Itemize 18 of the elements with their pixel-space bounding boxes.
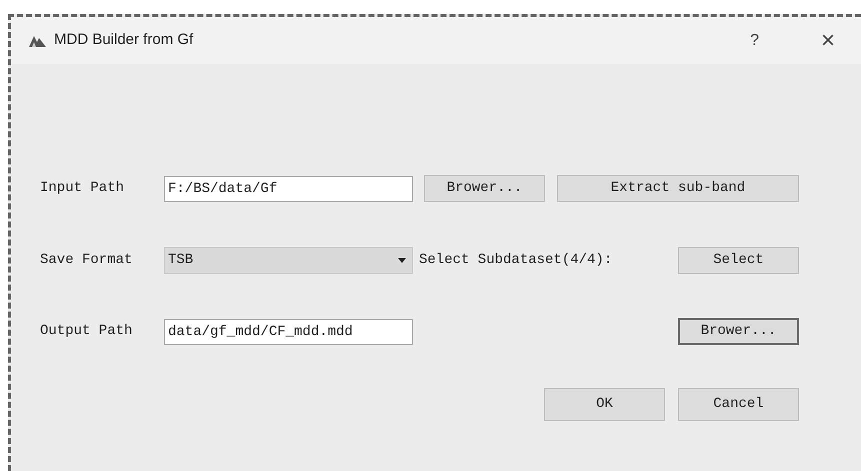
field-label: Save Format bbox=[39, 251, 134, 270]
button[interactable]: Brower... bbox=[424, 175, 545, 202]
button[interactable]: Select bbox=[678, 247, 799, 274]
input-field[interactable]: F:/BS/data/Gf bbox=[164, 176, 413, 202]
button[interactable]: Brower... bbox=[678, 318, 799, 345]
button[interactable]: Cancel bbox=[678, 388, 799, 421]
dropdown[interactable]: TSB bbox=[164, 247, 413, 274]
window-title: MDD Builder from Gf bbox=[54, 30, 194, 50]
button[interactable]: Extract sub-band bbox=[557, 175, 799, 202]
input-field[interactable]: data/gf_mdd/CF_mdd.mdd bbox=[164, 318, 413, 344]
field-label: Input Path bbox=[39, 179, 126, 198]
button[interactable]: OK bbox=[544, 388, 665, 421]
help-button[interactable]: ? bbox=[750, 32, 759, 48]
app-icon bbox=[29, 34, 46, 46]
caret-icon bbox=[398, 258, 406, 263]
close-button[interactable]: × bbox=[820, 28, 835, 52]
field-label: Select Subdataset(4/4): bbox=[418, 251, 614, 270]
field-label: Output Path bbox=[39, 322, 134, 341]
